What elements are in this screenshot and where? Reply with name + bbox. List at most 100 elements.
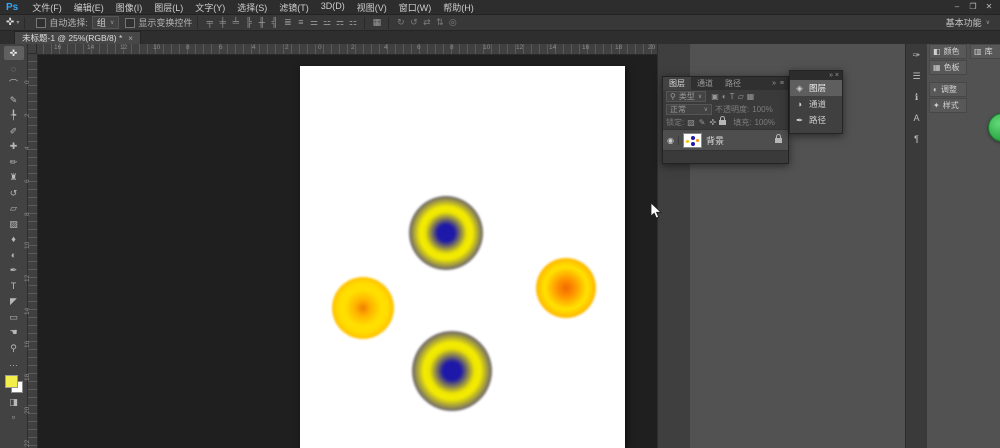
- align-right-edges-icon[interactable]: ╣: [268, 17, 281, 28]
- orange-ball-left[interactable]: [332, 277, 394, 339]
- menu-item-2[interactable]: 图像(I): [110, 1, 149, 14]
- opacity-value[interactable]: 100%: [752, 105, 772, 114]
- close-button[interactable]: ✕: [982, 1, 996, 13]
- float-channels-item[interactable]: ◑通道: [790, 96, 842, 112]
- menu-item-5[interactable]: 选择(S): [231, 1, 273, 14]
- quick-mask-button[interactable]: ◨: [4, 395, 24, 409]
- tab-close-icon[interactable]: ×: [128, 34, 133, 43]
- lock-position-icon[interactable]: ✜: [710, 118, 717, 127]
- zoom-tool[interactable]: ⚲: [4, 341, 24, 355]
- pen-tool[interactable]: ✒: [4, 263, 24, 277]
- color-panel-button[interactable]: ◧颜色: [929, 44, 967, 59]
- canvas[interactable]: [300, 66, 625, 448]
- filter-type-layers-icon[interactable]: T: [730, 92, 735, 101]
- eraser-tool[interactable]: ▱: [4, 201, 24, 215]
- menu-item-1[interactable]: 编辑(E): [68, 1, 110, 14]
- filter-pixel-layers-icon[interactable]: ▣: [711, 92, 719, 101]
- styles-panel-button[interactable]: ✦样式: [929, 98, 967, 113]
- lock-transparent-pixels-icon[interactable]: ▨: [687, 118, 695, 127]
- filter-smart-objects-icon[interactable]: ▦: [747, 92, 755, 101]
- panel-menu-icon[interactable]: » ≡: [772, 80, 788, 87]
- horizontal-ruler[interactable]: 16141210864202468101214161820: [28, 44, 657, 55]
- distribute-left-edges-icon[interactable]: ⚍: [320, 17, 333, 28]
- layer-thumbnail[interactable]: [683, 133, 702, 148]
- blue-ring-circle-top[interactable]: [409, 196, 483, 270]
- align-left-edges-icon[interactable]: ╠: [242, 17, 255, 28]
- lock-all-icon[interactable]: [719, 120, 726, 125]
- distribute-bottom-edges-icon[interactable]: ⚌: [307, 17, 320, 28]
- layer-row-background[interactable]: ◉ 背景: [663, 129, 788, 151]
- clone-stamp-tool[interactable]: ♜: [4, 170, 24, 184]
- blend-mode-dropdown[interactable]: 正常∨: [666, 104, 712, 115]
- layer-filter-kind-dropdown[interactable]: ⚲ 类型 ∨: [666, 91, 706, 102]
- restore-button[interactable]: ❐: [966, 1, 980, 13]
- foreground-color-swatch[interactable]: [5, 375, 18, 388]
- menu-item-9[interactable]: 窗口(W): [393, 1, 438, 14]
- floating-panel-titlebar[interactable]: » ×: [790, 71, 842, 80]
- menu-item-6[interactable]: 滤镜(T): [273, 1, 315, 14]
- hand-tool[interactable]: ☚: [4, 325, 24, 339]
- blue-ring-circle-bottom[interactable]: [412, 331, 492, 411]
- healing-brush-tool[interactable]: ✚: [4, 139, 24, 153]
- dodge-tool[interactable]: ◐: [4, 248, 24, 262]
- properties-panel-icon[interactable]: ☰: [909, 69, 925, 83]
- lock-image-pixels-icon[interactable]: ✎: [699, 118, 706, 127]
- 3d-slide-icon[interactable]: ⇅: [433, 17, 446, 28]
- path-selection-tool[interactable]: ◤: [4, 294, 24, 308]
- align-top-edges-icon[interactable]: ╤: [203, 17, 216, 28]
- menu-item-10[interactable]: 帮助(H): [437, 1, 480, 14]
- libraries-panel-button[interactable]: ▥库: [970, 44, 1000, 59]
- float-layers-item[interactable]: ◈图层: [790, 80, 842, 96]
- 3d-zoom-icon[interactable]: ◎: [446, 17, 459, 28]
- crop-tool[interactable]: ╄: [4, 108, 24, 122]
- blur-tool[interactable]: ♦: [4, 232, 24, 246]
- layers-panel-tab-1[interactable]: 通道: [691, 77, 719, 90]
- auto-align-layers-icon[interactable]: ▦: [370, 17, 383, 28]
- auto-select-checkbox[interactable]: [36, 18, 46, 28]
- paragraph-panel-icon[interactable]: ¶: [909, 132, 925, 146]
- workspace-switcher[interactable]: 基本功能∨: [946, 16, 1000, 29]
- shape-tool[interactable]: ▭: [4, 310, 24, 324]
- filter-adjustment-layers-icon[interactable]: ◐: [722, 92, 727, 101]
- distribute-top-edges-icon[interactable]: ≣: [281, 17, 294, 28]
- swatches-panel-button[interactable]: ▦色板: [929, 60, 967, 75]
- show-transform-checkbox[interactable]: [125, 18, 135, 28]
- 3d-pan-icon[interactable]: ⇄: [420, 17, 433, 28]
- vertical-ruler[interactable]: 0246810121416182022: [28, 54, 38, 448]
- character-panel-icon[interactable]: A: [909, 111, 925, 125]
- menu-item-3[interactable]: 图层(L): [148, 1, 189, 14]
- menu-item-0[interactable]: 文件(F): [26, 1, 68, 14]
- type-tool[interactable]: T: [4, 279, 24, 293]
- menu-item-4[interactable]: 文字(Y): [189, 1, 231, 14]
- screen-mode-button[interactable]: ▫: [4, 410, 24, 424]
- eyedropper-tool[interactable]: ✐: [4, 124, 24, 138]
- distribute-right-edges-icon[interactable]: ⚏: [346, 17, 359, 28]
- filter-shape-layers-icon[interactable]: ▱: [738, 92, 744, 101]
- orange-ring-circle-right[interactable]: [536, 258, 596, 318]
- gradient-tool[interactable]: ▨: [4, 217, 24, 231]
- 3d-orbit-icon[interactable]: ↻: [394, 17, 407, 28]
- history-brush-tool[interactable]: ↺: [4, 186, 24, 200]
- move-tool[interactable]: ✜: [4, 46, 24, 60]
- brush-panel-icon[interactable]: ✑: [909, 48, 925, 62]
- brush-tool[interactable]: ✏: [4, 155, 24, 169]
- distribute-horizontal-centers-icon[interactable]: ⚎: [333, 17, 346, 28]
- fill-value[interactable]: 100%: [754, 118, 774, 127]
- auto-select-dropdown[interactable]: 组∨: [92, 16, 119, 29]
- minimize-button[interactable]: –: [950, 1, 964, 13]
- color-swatches[interactable]: [5, 375, 23, 393]
- edit-toolbar-ellipsis[interactable]: …: [4, 356, 24, 370]
- layer-visibility-eye-icon[interactable]: ◉: [663, 136, 679, 145]
- menu-item-7[interactable]: 3D(D): [315, 1, 351, 14]
- align-vertical-centers-icon[interactable]: ╪: [216, 17, 229, 28]
- adjustments-panel-button[interactable]: ◐调整: [929, 82, 967, 97]
- layers-panel-tab-0[interactable]: 图层: [663, 77, 691, 90]
- float-paths-item[interactable]: ✒路径: [790, 112, 842, 128]
- lasso-tool[interactable]: ⌒: [4, 77, 24, 91]
- 3d-roll-icon[interactable]: ↺: [407, 17, 420, 28]
- marquee-tool[interactable]: ◌: [4, 62, 24, 76]
- align-horizontal-centers-icon[interactable]: ╫: [255, 17, 268, 28]
- align-bottom-edges-icon[interactable]: ╧: [229, 17, 242, 28]
- quick-selection-tool[interactable]: ✎: [4, 93, 24, 107]
- menu-item-8[interactable]: 视图(V): [351, 1, 393, 14]
